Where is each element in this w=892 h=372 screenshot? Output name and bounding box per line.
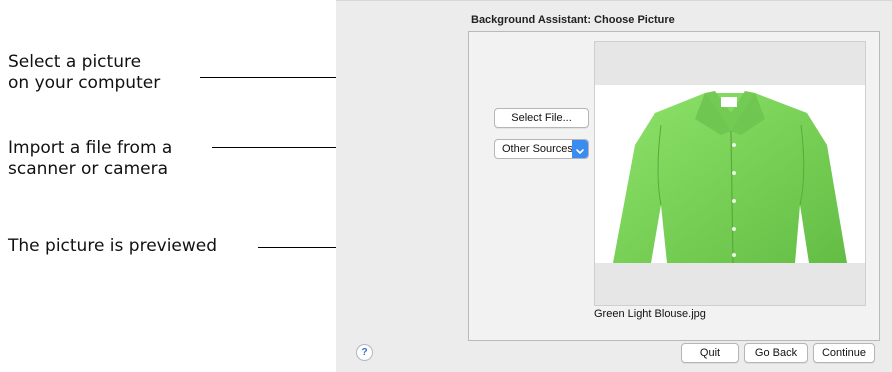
preview-filename: Green Light Blouse.jpg [594, 308, 706, 320]
annotation-select-picture: Select a picture on your computer [8, 52, 160, 94]
go-back-button[interactable]: Go Back [744, 343, 808, 363]
annotation-select-picture-line2: on your computer [8, 73, 161, 93]
annotation-import-file-line2: scanner or camera [8, 159, 169, 179]
dialog-title: Background Assistant: Choose Picture [471, 14, 675, 26]
chevron-updown-icon[interactable] [572, 140, 588, 158]
annotation-import-file: Import a file from a scanner or camera [8, 138, 172, 180]
source-popup[interactable]: Other Sources [494, 139, 589, 159]
annotation-import-file-line1: Import a file from a [8, 138, 173, 158]
source-popup-label: Other Sources [502, 143, 573, 155]
picture-preview [594, 41, 866, 306]
help-icon[interactable]: ? [356, 344, 373, 361]
continue-button[interactable]: Continue [813, 343, 875, 363]
blouse-image [595, 85, 865, 264]
select-file-button[interactable]: Select File... [494, 108, 589, 128]
annotation-preview: The picture is previewed [8, 236, 218, 256]
annotation-select-picture-line1: Select a picture [8, 52, 142, 72]
quit-button[interactable]: Quit [681, 343, 739, 363]
